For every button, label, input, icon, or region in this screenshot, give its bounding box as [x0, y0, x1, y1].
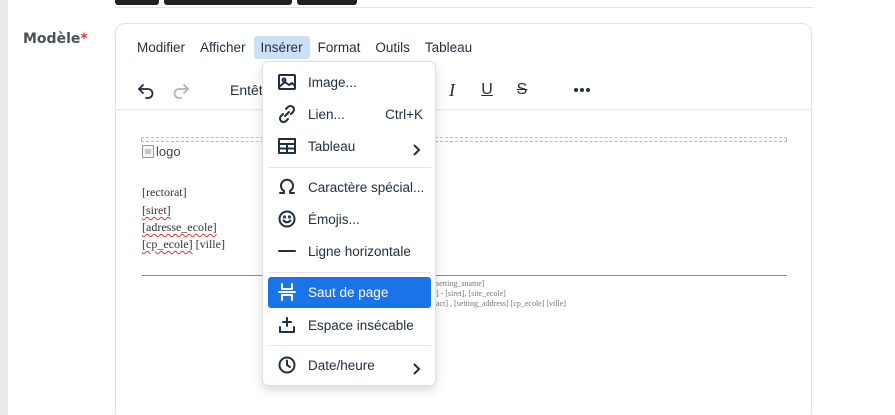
undo-button[interactable] [134, 78, 158, 102]
broken-image-icon [142, 145, 154, 158]
toolbar: Entêt I U S [116, 70, 811, 110]
field-label-text: Modèle [23, 31, 81, 47]
menu-afficher[interactable]: Afficher [193, 36, 253, 59]
more-button[interactable] [570, 78, 594, 102]
image-icon [277, 72, 297, 92]
required-mark: * [80, 31, 88, 47]
menu-item-datetime[interactable]: Date/heure [268, 350, 431, 381]
menu-inserer[interactable]: Insérer [253, 35, 310, 59]
menu-modifier[interactable]: Modifier [130, 36, 192, 59]
horizontal-rule [142, 275, 787, 276]
top-button-3[interactable] [297, 0, 357, 5]
menubar: Modifier Afficher Insérer Format Outils … [116, 24, 811, 70]
field-label: Modèle* [23, 31, 88, 47]
small-line-2: ] - [siret], [site_ecole] [436, 289, 506, 298]
strikethrough-button[interactable]: S [512, 78, 532, 102]
more-icon [574, 88, 590, 92]
nonbreaking-space-icon [277, 315, 297, 335]
line-adresse: [adresse_ecole] [142, 220, 217, 234]
menu-tableau[interactable]: Tableau [418, 36, 479, 59]
editor-content[interactable]: logo [rectorat] [siret] [adresse_ecole] … [116, 111, 811, 415]
link-icon [277, 104, 297, 124]
top-button-1[interactable] [115, 0, 159, 5]
menu-item-image[interactable]: Image... [268, 67, 431, 98]
menu-item-page-break[interactable]: Saut de page [268, 277, 431, 308]
top-button-2[interactable] [164, 0, 292, 5]
small-line-1: setting_sname] [436, 279, 485, 288]
menu-item-special-char[interactable]: Caractère spécial... [268, 172, 431, 203]
logo-image: logo [142, 144, 181, 159]
horizontal-line-icon [277, 241, 297, 261]
menu-item-nonbreaking-space[interactable]: Espace insécable [268, 310, 431, 341]
small-line-3: act] , [setting_address] [cp_ecole] [vil… [436, 299, 566, 308]
menu-item-horizontal-line[interactable]: Ligne horizontale [268, 236, 431, 267]
menu-format[interactable]: Format [311, 36, 368, 59]
italic-button[interactable]: I [442, 78, 462, 102]
header-frame [141, 137, 787, 142]
menu-item-emojis[interactable]: Émojis... [268, 204, 431, 235]
insert-menu-dropdown: Image... Lien... Ctrl+K Tableau Caractèr… [262, 61, 436, 386]
redo-icon [173, 84, 189, 99]
menu-separator [268, 345, 431, 346]
menu-separator [268, 167, 431, 168]
underline-button[interactable]: U [477, 78, 497, 102]
undo-icon [138, 84, 154, 99]
clock-icon [277, 355, 297, 375]
line-cp-ville: [cp_ecole] [ville] [142, 237, 225, 252]
redo-button[interactable] [169, 78, 193, 102]
cp-ecole: [cp_ecole] [142, 237, 193, 251]
line-rectorat: [rectorat] [142, 185, 187, 199]
chevron-right-icon [411, 141, 421, 156]
table-icon [277, 136, 297, 156]
logo-alt: logo [156, 144, 181, 159]
line-siret: [siret] [142, 203, 171, 217]
page-break-icon [277, 282, 297, 302]
chevron-right-icon [411, 360, 421, 375]
rich-text-editor: Modifier Afficher Insérer Format Outils … [115, 23, 812, 415]
omega-icon [277, 177, 297, 197]
menu-item-table[interactable]: Tableau [268, 131, 431, 162]
menu-outils[interactable]: Outils [368, 36, 417, 59]
emoji-icon [277, 209, 297, 229]
menu-item-link[interactable]: Lien... Ctrl+K [268, 99, 431, 130]
menu-separator [268, 272, 431, 273]
left-strip [0, 0, 8, 415]
link-shortcut: Ctrl+K [385, 107, 423, 122]
ville: [ville] [195, 237, 225, 251]
